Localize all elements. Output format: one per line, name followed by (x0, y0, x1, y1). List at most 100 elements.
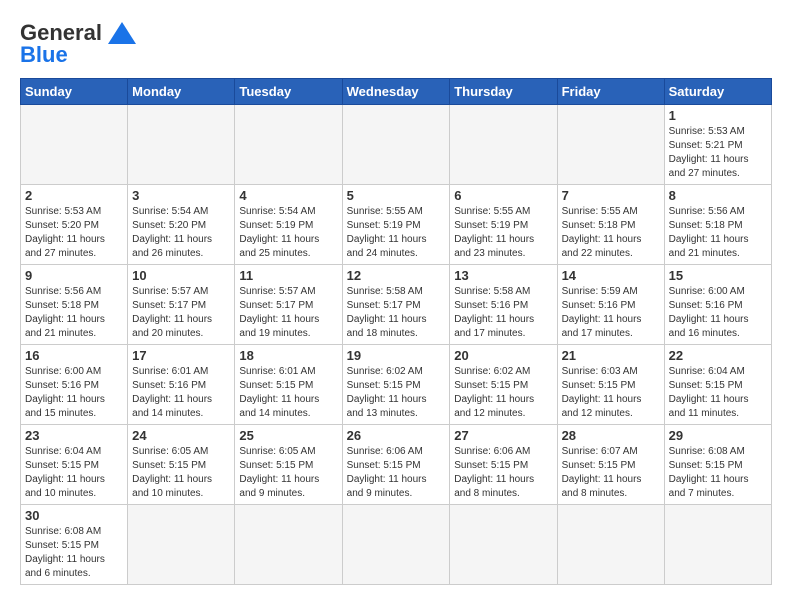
day-number: 19 (347, 348, 446, 363)
calendar-cell (342, 505, 450, 585)
day-number: 23 (25, 428, 123, 443)
day-info: Sunrise: 6:05 AM Sunset: 5:15 PM Dayligh… (239, 445, 337, 501)
calendar-cell: 21Sunrise: 6:03 AM Sunset: 5:15 PM Dayli… (557, 345, 664, 425)
calendar-cell: 18 Sunrise: 6:01 AM Sunset: 5:15 PM Dayli… (235, 345, 342, 425)
day-info: Sunrise: 6:02 AM Sunset: 5:15 PM Dayligh… (347, 365, 446, 421)
day-number: 29 (669, 428, 767, 443)
day-number: 30 (25, 508, 123, 523)
calendar-cell: 26 Sunrise: 6:06 AM Sunset: 5:15 PM Dayli… (342, 425, 450, 505)
day-number: 11 (239, 268, 337, 283)
day-header-monday: Monday (128, 79, 235, 105)
day-info: Sunrise: 5:53 AM Sunset: 5:20 PM Dayligh… (25, 205, 123, 261)
calendar-week-row: 1Sunrise: 5:53 AM Sunset: 5:21 PM Daylig… (21, 105, 772, 185)
calendar-cell (342, 105, 450, 185)
calendar-cell: 28 Sunrise: 6:07 AM Sunset: 5:15 PM Dayli… (557, 425, 664, 505)
calendar-cell: 12 Sunrise: 5:58 AM Sunset: 5:17 PM Dayli… (342, 265, 450, 345)
calendar-week-row: 2Sunrise: 5:53 AM Sunset: 5:20 PM Daylig… (21, 185, 772, 265)
day-info: Sunrise: 6:08 AM Sunset: 5:15 PM Dayligh… (669, 445, 767, 501)
day-number: 20 (454, 348, 552, 363)
calendar-week-row: 9 Sunrise: 5:56 AM Sunset: 5:18 PM Daylig… (21, 265, 772, 345)
calendar-cell: 15Sunrise: 6:00 AM Sunset: 5:16 PM Dayli… (664, 265, 771, 345)
day-info: Sunrise: 6:00 AM Sunset: 5:16 PM Dayligh… (669, 285, 767, 341)
calendar-cell: 22Sunrise: 6:04 AM Sunset: 5:15 PM Dayli… (664, 345, 771, 425)
day-info: Sunrise: 6:02 AM Sunset: 5:15 PM Dayligh… (454, 365, 552, 421)
calendar-cell: 25 Sunrise: 6:05 AM Sunset: 5:15 PM Dayli… (235, 425, 342, 505)
day-header-tuesday: Tuesday (235, 79, 342, 105)
calendar-cell (557, 105, 664, 185)
calendar-cell: 16Sunrise: 6:00 AM Sunset: 5:16 PM Dayli… (21, 345, 128, 425)
day-info: Sunrise: 6:08 AM Sunset: 5:15 PM Dayligh… (25, 525, 123, 581)
calendar-cell: 4Sunrise: 5:54 AM Sunset: 5:19 PM Daylig… (235, 185, 342, 265)
day-header-thursday: Thursday (450, 79, 557, 105)
day-number: 12 (347, 268, 446, 283)
calendar-cell: 30 Sunrise: 6:08 AM Sunset: 5:15 PM Dayli… (21, 505, 128, 585)
day-info: Sunrise: 5:57 AM Sunset: 5:17 PM Dayligh… (239, 285, 337, 341)
day-number: 14 (562, 268, 660, 283)
calendar-week-row: 23 Sunrise: 6:04 AM Sunset: 5:15 PM Dayli… (21, 425, 772, 505)
calendar-cell: 7 Sunrise: 5:55 AM Sunset: 5:18 PM Daylig… (557, 185, 664, 265)
day-info: Sunrise: 5:57 AM Sunset: 5:17 PM Dayligh… (132, 285, 230, 341)
day-info: Sunrise: 6:03 AM Sunset: 5:15 PM Dayligh… (562, 365, 660, 421)
logo-triangle-icon (108, 22, 136, 44)
day-number: 25 (239, 428, 337, 443)
calendar-cell: 1Sunrise: 5:53 AM Sunset: 5:21 PM Daylig… (664, 105, 771, 185)
calendar-cell (450, 505, 557, 585)
calendar-cell (450, 105, 557, 185)
day-info: Sunrise: 5:55 AM Sunset: 5:18 PM Dayligh… (562, 205, 660, 261)
calendar-cell (128, 505, 235, 585)
day-info: Sunrise: 5:55 AM Sunset: 5:19 PM Dayligh… (454, 205, 552, 261)
day-number: 1 (669, 108, 767, 123)
calendar-cell: 23 Sunrise: 6:04 AM Sunset: 5:15 PM Dayli… (21, 425, 128, 505)
day-info: Sunrise: 5:54 AM Sunset: 5:20 PM Dayligh… (132, 205, 230, 261)
calendar-cell (557, 505, 664, 585)
calendar-cell: 2Sunrise: 5:53 AM Sunset: 5:20 PM Daylig… (21, 185, 128, 265)
day-number: 26 (347, 428, 446, 443)
day-number: 3 (132, 188, 230, 203)
calendar-cell (664, 505, 771, 585)
logo: General Blue (20, 20, 136, 68)
calendar-cell (235, 505, 342, 585)
calendar-cell: 9 Sunrise: 5:56 AM Sunset: 5:18 PM Daylig… (21, 265, 128, 345)
day-number: 28 (562, 428, 660, 443)
logo-blue-text: Blue (20, 42, 68, 68)
day-number: 17 (132, 348, 230, 363)
day-info: Sunrise: 6:00 AM Sunset: 5:16 PM Dayligh… (25, 365, 123, 421)
day-info: Sunrise: 6:04 AM Sunset: 5:15 PM Dayligh… (669, 365, 767, 421)
day-number: 24 (132, 428, 230, 443)
calendar-cell: 5 Sunrise: 5:55 AM Sunset: 5:19 PM Daylig… (342, 185, 450, 265)
calendar-cell: 11 Sunrise: 5:57 AM Sunset: 5:17 PM Dayli… (235, 265, 342, 345)
calendar-cell: 3 Sunrise: 5:54 AM Sunset: 5:20 PM Daylig… (128, 185, 235, 265)
day-info: Sunrise: 6:07 AM Sunset: 5:15 PM Dayligh… (562, 445, 660, 501)
day-number: 9 (25, 268, 123, 283)
calendar-table: SundayMondayTuesdayWednesdayThursdayFrid… (20, 78, 772, 585)
day-info: Sunrise: 6:01 AM Sunset: 5:16 PM Dayligh… (132, 365, 230, 421)
day-header-sunday: Sunday (21, 79, 128, 105)
calendar-cell: 13Sunrise: 5:58 AM Sunset: 5:16 PM Dayli… (450, 265, 557, 345)
day-info: Sunrise: 6:06 AM Sunset: 5:15 PM Dayligh… (347, 445, 446, 501)
calendar-week-row: 30 Sunrise: 6:08 AM Sunset: 5:15 PM Dayli… (21, 505, 772, 585)
calendar-cell: 10 Sunrise: 5:57 AM Sunset: 5:17 PM Dayli… (128, 265, 235, 345)
day-header-saturday: Saturday (664, 79, 771, 105)
day-number: 27 (454, 428, 552, 443)
day-number: 7 (562, 188, 660, 203)
day-info: Sunrise: 5:56 AM Sunset: 5:18 PM Dayligh… (25, 285, 123, 341)
day-info: Sunrise: 6:06 AM Sunset: 5:15 PM Dayligh… (454, 445, 552, 501)
calendar-cell: 14Sunrise: 5:59 AM Sunset: 5:16 PM Dayli… (557, 265, 664, 345)
day-number: 10 (132, 268, 230, 283)
calendar-cell: 27 Sunrise: 6:06 AM Sunset: 5:15 PM Dayli… (450, 425, 557, 505)
calendar-body: 1Sunrise: 5:53 AM Sunset: 5:21 PM Daylig… (21, 105, 772, 585)
day-number: 5 (347, 188, 446, 203)
calendar-header: SundayMondayTuesdayWednesdayThursdayFrid… (21, 79, 772, 105)
calendar-cell: 8Sunrise: 5:56 AM Sunset: 5:18 PM Daylig… (664, 185, 771, 265)
day-info: Sunrise: 5:55 AM Sunset: 5:19 PM Dayligh… (347, 205, 446, 261)
calendar-cell: 24 Sunrise: 6:05 AM Sunset: 5:15 PM Dayli… (128, 425, 235, 505)
day-info: Sunrise: 6:04 AM Sunset: 5:15 PM Dayligh… (25, 445, 123, 501)
day-number: 4 (239, 188, 337, 203)
day-header-friday: Friday (557, 79, 664, 105)
day-number: 6 (454, 188, 552, 203)
calendar-cell (128, 105, 235, 185)
day-info: Sunrise: 6:01 AM Sunset: 5:15 PM Dayligh… (239, 365, 337, 421)
day-number: 18 (239, 348, 337, 363)
day-info: Sunrise: 5:58 AM Sunset: 5:17 PM Dayligh… (347, 285, 446, 341)
day-info: Sunrise: 6:05 AM Sunset: 5:15 PM Dayligh… (132, 445, 230, 501)
